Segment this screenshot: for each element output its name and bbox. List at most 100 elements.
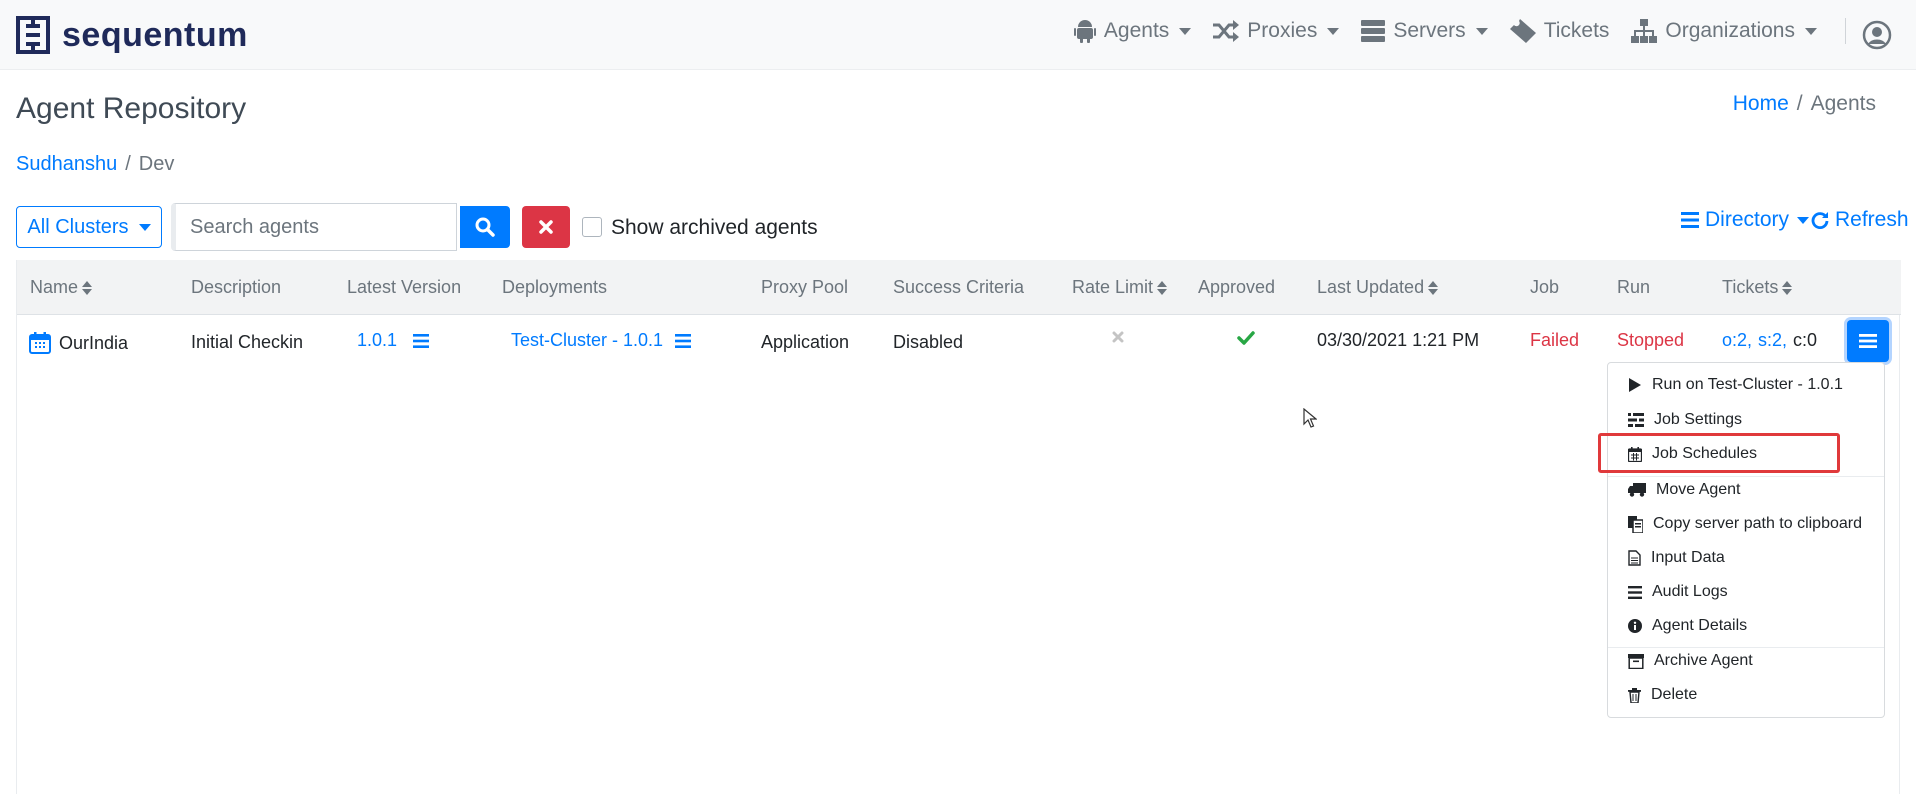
menu-item-archive-agent[interactable]: Archive Agent <box>1628 652 1753 670</box>
breadcrumb: Home / Agents <box>1733 92 1876 116</box>
job-status-text: Failed <box>1530 330 1580 350</box>
column-label: Approved <box>1198 277 1276 297</box>
success-criteria-text: Disabled <box>893 332 964 352</box>
list-icon <box>1628 585 1642 599</box>
server-icon <box>1361 20 1386 42</box>
nav-proxies-label: Proxies <box>1247 19 1318 42</box>
menu-item-job-settings[interactable]: Job Settings <box>1628 411 1742 429</box>
column-header-approved: Approved <box>1198 277 1275 298</box>
column-label: Name <box>30 277 79 297</box>
column-label: Job <box>1530 277 1560 297</box>
column-header-proxy-pool: Proxy Pool <box>761 277 848 298</box>
run-status-cell: Stopped <box>1617 330 1684 351</box>
tickets-cell: o:2, s:2, c:0 <box>1722 330 1817 351</box>
show-archived-checkbox[interactable] <box>582 217 602 237</box>
menu-item-agent-details[interactable]: Agent Details <box>1628 617 1747 635</box>
job-status-cell[interactable]: Failed <box>1530 330 1579 351</box>
nav-proxies[interactable]: Proxies <box>1213 19 1340 43</box>
trash-icon <box>1628 687 1641 703</box>
show-archived-label[interactable]: Show archived agents <box>611 216 818 240</box>
nav-agents[interactable]: Agents <box>1073 19 1192 43</box>
copy-icon <box>1628 515 1643 533</box>
menu-item-delete[interactable]: Delete <box>1628 686 1697 704</box>
info-icon <box>1628 619 1642 633</box>
breadcrumb-current: Agents <box>1810 92 1876 115</box>
column-header-rate-limit[interactable]: Rate Limit <box>1072 277 1168 298</box>
nav-organizations-label: Organizations <box>1665 19 1795 42</box>
sort-icon <box>1428 280 1439 295</box>
row-actions-dropdown: Run on Test-Cluster - 1.0.1 Job Settings… <box>1607 362 1885 718</box>
column-header-description: Description <box>191 277 281 298</box>
tickets-open-link[interactable]: o:2, <box>1722 330 1752 351</box>
top-navbar: sequentum Agents Proxies Servers Tickets… <box>0 0 1916 70</box>
refresh-button[interactable]: Refresh <box>1811 208 1909 232</box>
directory-dropdown[interactable]: Directory <box>1681 208 1810 232</box>
refresh-icon <box>1811 212 1829 229</box>
column-label: Last Updated <box>1317 277 1425 297</box>
menu-item-run-on-cluster[interactable]: Run on Test-Cluster - 1.0.1 <box>1628 376 1843 394</box>
column-header-latest-version: Latest Version <box>347 277 461 298</box>
menu-item-label: Input Data <box>1651 549 1725 566</box>
last-updated-cell: 03/30/2021 1:21 PM <box>1317 330 1479 351</box>
column-header-tickets[interactable]: Tickets <box>1722 277 1793 298</box>
menu-item-copy-server-path[interactable]: Copy server path to clipboard <box>1628 515 1862 533</box>
deployment-link[interactable]: Test-Cluster - 1.0.1 <box>511 330 663 351</box>
menu-item-label: Agent Details <box>1652 617 1748 634</box>
search-input[interactable] <box>171 203 457 251</box>
clusters-label: All Clusters <box>27 215 129 238</box>
column-label: Description <box>191 277 282 297</box>
nav-divider <box>1845 18 1846 44</box>
latest-version-link[interactable]: 1.0.1 <box>357 330 397 351</box>
user-circle-icon[interactable] <box>1862 20 1892 50</box>
caret-down-icon <box>1475 27 1488 35</box>
tickets-s-link[interactable]: s:2, <box>1758 330 1787 351</box>
folder-path: Sudhanshu / Dev <box>16 153 174 176</box>
org-link[interactable]: Sudhanshu <box>16 153 117 175</box>
agent-name-cell[interactable]: OurIndia <box>29 332 128 354</box>
nav-tickets[interactable]: Tickets <box>1509 19 1610 43</box>
menu-item-move-agent[interactable]: Move Agent <box>1628 481 1741 499</box>
brand-logo[interactable]: sequentum <box>16 16 248 54</box>
clear-search-button[interactable] <box>522 206 570 248</box>
caret-down-icon <box>1327 27 1340 35</box>
rate-limit-cell <box>1112 331 1124 343</box>
deployments-list-icon[interactable] <box>675 333 692 348</box>
tickets-c-text: c:0 <box>1793 330 1818 350</box>
nav-tickets-label: Tickets <box>1543 19 1610 42</box>
row-actions-menu-button[interactable] <box>1847 320 1889 362</box>
deployments-cell: Test-Cluster - 1.0.1 <box>511 330 692 351</box>
caret-down-icon <box>1179 27 1192 35</box>
job-schedules-highlight-box <box>1598 433 1840 473</box>
directory-label: Directory <box>1705 208 1790 231</box>
search-button[interactable] <box>460 206 510 248</box>
sitemap-icon <box>1631 19 1658 43</box>
page-title: Agent Repository <box>16 92 247 125</box>
versions-list-icon[interactable] <box>413 333 430 348</box>
sort-icon <box>82 280 93 295</box>
column-label: Tickets <box>1722 277 1779 297</box>
success-criteria-cell: Disabled <box>893 332 963 353</box>
x-mark-icon <box>1112 331 1124 343</box>
column-header-job: Job <box>1530 277 1559 298</box>
breadcrumb-home-link[interactable]: Home <box>1733 92 1789 115</box>
proxy-pool-text: Application <box>761 332 850 352</box>
run-status-text: Stopped <box>1617 330 1685 350</box>
column-header-last-updated[interactable]: Last Updated <box>1317 277 1439 298</box>
calendar-icon <box>29 332 51 354</box>
approved-cell <box>1237 331 1255 345</box>
column-header-deployments: Deployments <box>502 277 607 298</box>
breadcrumb-separator: / <box>1796 92 1803 115</box>
clusters-dropdown-button[interactable]: All Clusters <box>16 206 162 248</box>
proxy-pool-cell: Application <box>761 332 849 353</box>
nav-organizations[interactable]: Organizations <box>1631 19 1817 43</box>
column-label: Deployments <box>502 277 608 297</box>
ticket-icon <box>1509 19 1536 43</box>
column-label: Success Criteria <box>893 277 1025 297</box>
menu-item-label: Move Agent <box>1656 481 1741 498</box>
column-header-name[interactable]: Name <box>30 277 93 298</box>
menu-item-label: Archive Agent <box>1654 652 1753 669</box>
main-nav: Agents Proxies Servers Tickets Organizat… <box>1073 18 1846 44</box>
menu-item-input-data[interactable]: Input Data <box>1628 549 1725 567</box>
menu-item-audit-logs[interactable]: Audit Logs <box>1628 583 1728 601</box>
nav-servers[interactable]: Servers <box>1361 19 1488 43</box>
